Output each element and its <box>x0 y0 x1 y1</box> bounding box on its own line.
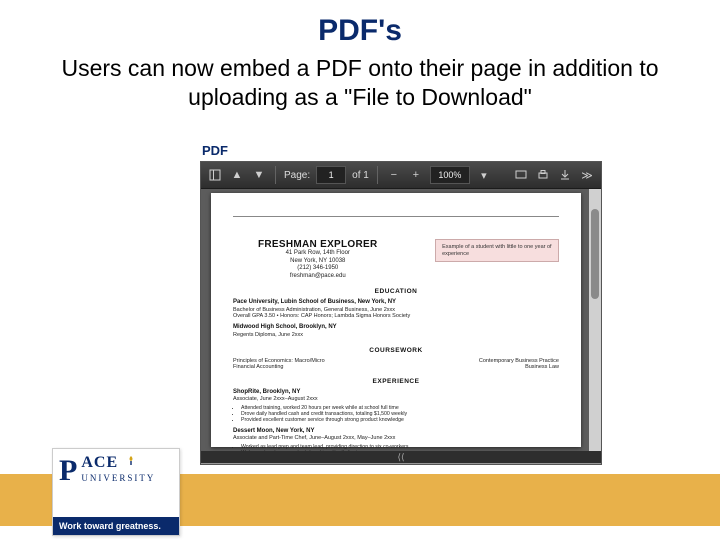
job-role: Associate and Part-Time Chef, June–Augus… <box>233 435 559 442</box>
pdf-canvas: FRESHMAN EXPLORER 41 Park Row, 14th Floo… <box>201 189 601 451</box>
page-total: of 1 <box>352 170 369 181</box>
pdf-embed: PDF ▲ ▼ Page: of 1 − + <box>200 143 600 465</box>
download-icon[interactable] <box>557 167 573 183</box>
edu-line: Pace University, Lubin School of Busines… <box>233 299 559 307</box>
logo-text: ACE <box>81 454 118 471</box>
job-bullets: Attended training, worked 20 hours per w… <box>233 405 559 424</box>
logo-tagline: Work toward greatness. <box>53 517 179 535</box>
page-up-icon[interactable]: ▲ <box>229 167 245 183</box>
resume-name: FRESHMAN EXPLORER <box>233 239 403 250</box>
edu-line: Regents Diploma, June 2xxx <box>233 332 559 339</box>
page-label: Page: <box>284 170 310 181</box>
job-bullets: Worked as lead prep and team lead, provi… <box>233 444 559 451</box>
collapse-icon[interactable]: ⟨⟨ <box>397 452 404 463</box>
logo-card: P ACE UNIVERSITY Work toward greatness. <box>52 448 180 536</box>
pdf-label: PDF <box>202 143 600 158</box>
section-heading: COURSEWORK <box>233 347 559 354</box>
zoom-input[interactable] <box>430 166 470 184</box>
presentation-icon[interactable] <box>513 167 529 183</box>
sidebar-toggle-icon[interactable] <box>207 167 223 183</box>
section-heading: EDUCATION <box>233 288 559 295</box>
contact-line: New York, NY 10038 <box>233 258 403 266</box>
job-org: ShopRite, Brooklyn, NY <box>233 389 559 397</box>
zoom-out-icon[interactable]: − <box>386 167 402 183</box>
job-role: Associate, June 2xxx–August 2xxx <box>233 396 559 403</box>
bottom-bar: ⟨⟨ <box>201 451 601 463</box>
pdf-viewer: ▲ ▼ Page: of 1 − + ▾ <box>200 161 602 465</box>
coursework-row: Financial Accounting Business Law <box>233 364 559 370</box>
chevron-down-icon[interactable]: ▾ <box>476 167 492 183</box>
edu-line: Overall GPA 3.50 • Honors: CAP Honors; L… <box>233 313 559 320</box>
slide-title: PDF's <box>0 0 720 48</box>
logo-university: UNIVERSITY <box>81 473 155 483</box>
slide-subtitle: Users can now embed a PDF onto their pag… <box>40 54 680 112</box>
edu-line: Midwood High School, Brooklyn, NY <box>233 324 559 332</box>
zoom-in-icon[interactable]: + <box>408 167 424 183</box>
logo-letter: P <box>59 459 77 483</box>
contact-line: freshman@pace.edu <box>233 273 403 281</box>
pdf-page: FRESHMAN EXPLORER 41 Park Row, 14th Floo… <box>211 193 581 447</box>
contact-line: (212) 346-1950 <box>233 265 403 273</box>
pdf-toolbar: ▲ ▼ Page: of 1 − + ▾ <box>201 162 601 189</box>
contact-line: 41 Park Row, 14th Floor <box>233 250 403 258</box>
vertical-scrollbar[interactable] <box>589 189 601 451</box>
edu-line: Bachelor of Business Administration, Gen… <box>233 307 559 314</box>
job-org: Dessert Moon, New York, NY <box>233 428 559 436</box>
page-number-input[interactable] <box>316 166 346 184</box>
callout-note: Example of a student with little to one … <box>435 239 559 262</box>
torch-icon <box>126 455 136 465</box>
more-icon[interactable]: ≫ <box>579 167 595 183</box>
page-down-icon[interactable]: ▼ <box>251 167 267 183</box>
section-heading: EXPERIENCE <box>233 378 559 385</box>
print-icon[interactable] <box>535 167 551 183</box>
